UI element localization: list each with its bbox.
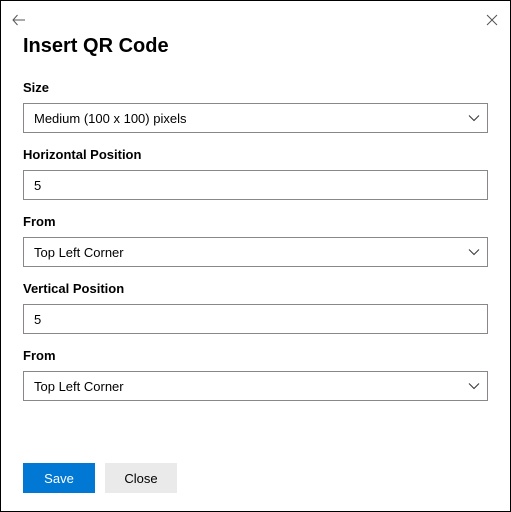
horizontal-from-select[interactable]: [23, 237, 488, 267]
horizontal-from-label: From: [23, 214, 488, 229]
dialog-footer: Save Close: [23, 463, 177, 493]
vertical-position-input[interactable]: [23, 304, 488, 334]
size-label: Size: [23, 80, 488, 95]
close-button[interactable]: Close: [105, 463, 177, 493]
horizontal-from-select-value[interactable]: [23, 237, 488, 267]
dialog-title: Insert QR Code: [23, 35, 488, 58]
back-icon[interactable]: [11, 12, 27, 28]
field-vertical-position: Vertical Position: [23, 281, 488, 334]
size-select[interactable]: [23, 103, 488, 133]
field-size: Size: [23, 80, 488, 133]
vertical-position-label: Vertical Position: [23, 281, 488, 296]
save-button[interactable]: Save: [23, 463, 95, 493]
vertical-from-label: From: [23, 348, 488, 363]
horizontal-position-input[interactable]: [23, 170, 488, 200]
field-horizontal-from: From: [23, 214, 488, 267]
vertical-from-select[interactable]: [23, 371, 488, 401]
title-bar: [1, 1, 510, 31]
close-icon[interactable]: [484, 12, 500, 28]
vertical-from-select-value[interactable]: [23, 371, 488, 401]
horizontal-position-label: Horizontal Position: [23, 147, 488, 162]
size-select-value[interactable]: [23, 103, 488, 133]
dialog-content: Insert QR Code Size Horizontal Position …: [1, 31, 510, 401]
field-horizontal-position: Horizontal Position: [23, 147, 488, 200]
field-vertical-from: From: [23, 348, 488, 401]
